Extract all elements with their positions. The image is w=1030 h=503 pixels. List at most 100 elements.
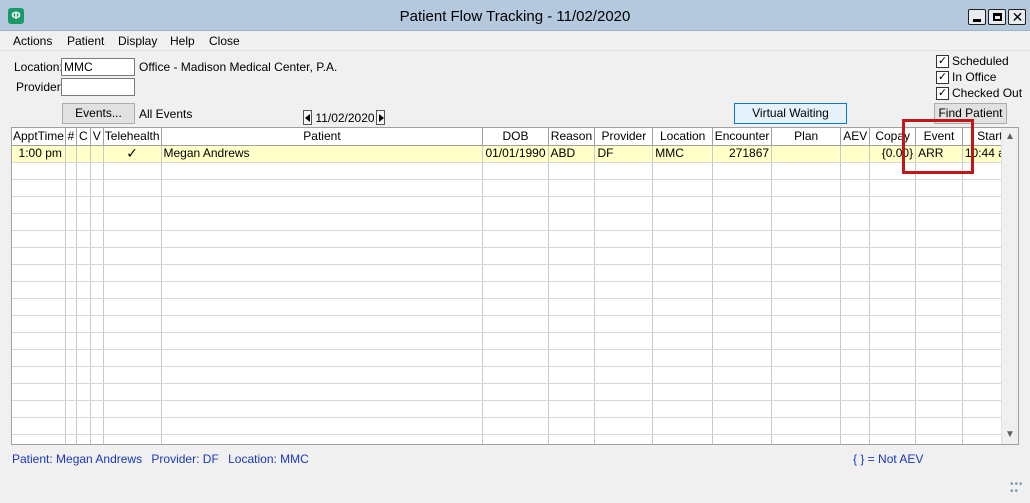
- empty-table-row[interactable]: [12, 349, 1018, 367]
- resize-grip-icon[interactable]: ••• ••: [1010, 480, 1024, 497]
- menu-display[interactable]: Display: [118, 31, 157, 51]
- empty-cell: [548, 349, 596, 367]
- empty-cell: [840, 179, 871, 197]
- empty-cell: [548, 434, 596, 444]
- empty-table-row[interactable]: [12, 298, 1018, 316]
- empty-cell: [712, 264, 773, 282]
- in-office-checkbox[interactable]: ✓: [936, 71, 949, 84]
- empty-table-row[interactable]: [12, 400, 1018, 418]
- empty-table-row[interactable]: [12, 434, 1018, 444]
- empty-cell: [65, 332, 77, 350]
- empty-table-row[interactable]: [12, 179, 1018, 197]
- location-input[interactable]: MMC: [61, 58, 135, 76]
- empty-cell: [90, 366, 104, 384]
- table-row[interactable]: 1:00 pm ✓ Megan Andrews 01/01/1990 ABD D…: [12, 145, 1018, 163]
- empty-cell: [76, 264, 91, 282]
- empty-table-row[interactable]: [12, 383, 1018, 401]
- empty-cell: [915, 383, 963, 401]
- empty-cell: [915, 281, 963, 299]
- empty-cell: [771, 298, 842, 316]
- col-dob[interactable]: DOB: [482, 128, 549, 146]
- empty-cell: [103, 332, 162, 350]
- empty-cell: [915, 434, 963, 444]
- col-c[interactable]: C: [76, 128, 91, 146]
- empty-cell: [652, 196, 714, 214]
- col-location[interactable]: Location: [652, 128, 714, 146]
- empty-cell: [161, 366, 484, 384]
- empty-cell: [103, 247, 162, 265]
- scheduled-checkbox[interactable]: ✓: [936, 55, 949, 68]
- col-number[interactable]: #: [65, 128, 77, 146]
- chevron-up-icon[interactable]: ▲: [1004, 130, 1016, 144]
- minimize-button[interactable]: [968, 9, 986, 25]
- empty-table-row[interactable]: [12, 315, 1018, 333]
- cell-appt-time: 1:00 pm: [12, 145, 66, 163]
- empty-cell: [482, 349, 549, 367]
- empty-table-row[interactable]: [12, 332, 1018, 350]
- empty-cell: [869, 247, 917, 265]
- col-plan[interactable]: Plan: [771, 128, 842, 146]
- col-patient[interactable]: Patient: [161, 128, 484, 146]
- menu-close[interactable]: Close: [209, 31, 240, 51]
- col-v[interactable]: V: [90, 128, 104, 146]
- empty-cell: [712, 417, 773, 435]
- empty-cell: [90, 247, 104, 265]
- empty-cell: [12, 264, 66, 282]
- telehealth-check-icon: ✓: [103, 145, 162, 163]
- patient-grid[interactable]: ApptTime # C V Telehealth Patient DOB Re…: [11, 127, 1019, 445]
- empty-cell: [548, 383, 596, 401]
- next-date-button[interactable]: [376, 110, 385, 125]
- col-encounter[interactable]: Encounter: [712, 128, 773, 146]
- empty-cell: [103, 162, 162, 180]
- provider-label: Provider:: [16, 80, 65, 94]
- aev-legend: { } = Not AEV: [853, 452, 924, 466]
- empty-table-row[interactable]: [12, 366, 1018, 384]
- menu-patient[interactable]: Patient: [67, 31, 104, 51]
- col-reason[interactable]: Reason: [548, 128, 596, 146]
- empty-table-row[interactable]: [12, 281, 1018, 299]
- empty-cell: [712, 196, 773, 214]
- cell-encounter: 271867: [712, 145, 773, 163]
- col-provider[interactable]: Provider: [594, 128, 654, 146]
- menu-help[interactable]: Help: [170, 31, 195, 51]
- provider-input[interactable]: [61, 78, 135, 96]
- empty-cell: [482, 417, 549, 435]
- empty-cell: [548, 213, 596, 231]
- empty-table-row[interactable]: [12, 196, 1018, 214]
- empty-cell: [840, 349, 871, 367]
- virtual-waiting-room-button[interactable]: Virtual Waiting Room: [734, 103, 847, 139]
- empty-table-row[interactable]: [12, 264, 1018, 282]
- location-description: Office - Madison Medical Center, P.A.: [139, 60, 338, 74]
- empty-table-row[interactable]: [12, 213, 1018, 231]
- empty-cell: [771, 247, 842, 265]
- empty-cell: [869, 349, 917, 367]
- empty-table-row[interactable]: [12, 417, 1018, 435]
- empty-table-row[interactable]: [12, 230, 1018, 248]
- empty-cell: [869, 213, 917, 231]
- previous-date-button[interactable]: [303, 110, 312, 125]
- empty-cell: [482, 332, 549, 350]
- vertical-scrollbar[interactable]: ▲ ▼: [1001, 128, 1018, 444]
- empty-cell: [771, 366, 842, 384]
- empty-cell: [548, 281, 596, 299]
- empty-table-row[interactable]: [12, 247, 1018, 265]
- empty-cell: [90, 281, 104, 299]
- chevron-down-icon[interactable]: ▼: [1004, 428, 1016, 442]
- empty-cell: [482, 366, 549, 384]
- empty-cell: [652, 179, 714, 197]
- empty-table-row[interactable]: [12, 162, 1018, 180]
- empty-cell: [12, 366, 66, 384]
- col-appt-time[interactable]: ApptTime: [12, 128, 66, 146]
- empty-cell: [482, 230, 549, 248]
- menu-actions[interactable]: Actions: [13, 31, 52, 51]
- col-telehealth[interactable]: Telehealth: [103, 128, 162, 146]
- empty-cell: [594, 383, 654, 401]
- maximize-button[interactable]: [988, 9, 1006, 25]
- close-icon: ✕: [1011, 9, 1024, 25]
- events-button[interactable]: Events...: [62, 103, 135, 124]
- checked-out-checkbox[interactable]: ✓: [936, 87, 949, 100]
- col-aev[interactable]: AEV: [840, 128, 871, 146]
- close-button[interactable]: ✕: [1008, 9, 1026, 25]
- events-value: All Events: [139, 107, 193, 121]
- empty-cell: [594, 264, 654, 282]
